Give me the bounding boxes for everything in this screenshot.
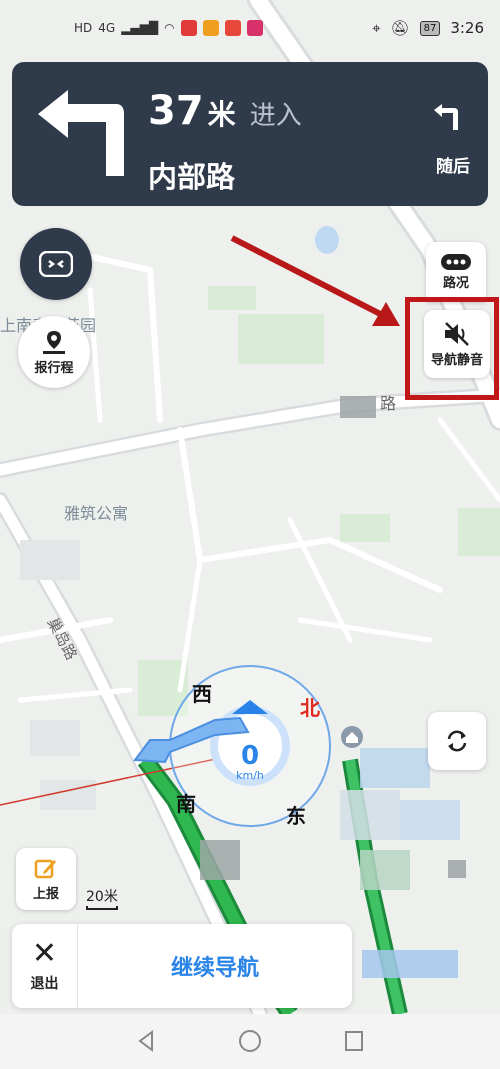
clock: 3:26 (450, 19, 484, 37)
status-bar: HD 4G ▂▄▆█ ◠ ⌖ 🔕︎ 87 3:26 (0, 0, 500, 56)
report-label: 上报 (32, 886, 59, 902)
edit-icon (34, 859, 56, 878)
exit-label: 退出 (30, 976, 59, 992)
map-scale-label: 20米 (86, 889, 118, 905)
report-trip-label: 报行程 (34, 360, 74, 376)
network-type: 4G (98, 21, 116, 35)
then-turn-left-icon (434, 104, 458, 130)
location-icon: ⌖ (372, 19, 381, 37)
map-scale-bar (86, 906, 118, 910)
nav-instruction-card: 37 米 进入 内部路 随后 (12, 62, 488, 206)
map-label-apartment: 雅筑公寓 (64, 504, 129, 523)
park-area (340, 514, 390, 542)
app-notification-icon (202, 20, 219, 36)
speed-indicator: 0 km/h (210, 722, 290, 802)
park-area (458, 508, 500, 556)
map-label-road: 路 (380, 394, 397, 413)
hd-indicator: HD (74, 21, 93, 35)
report-button[interactable]: 上报 (16, 848, 76, 910)
back-icon (138, 1030, 153, 1052)
distance-value: 37 (148, 88, 204, 134)
close-icon: ✕ (31, 936, 58, 971)
turn-action: 进入 (249, 101, 302, 131)
road-name: 内部路 (148, 160, 236, 194)
traffic-button[interactable]: 路况 (426, 242, 486, 302)
robot-face-icon (39, 251, 73, 277)
compass-east: 东 (286, 804, 306, 828)
voice-assistant-button[interactable] (20, 228, 92, 300)
compass-south: 南 (176, 792, 196, 816)
recenter-button[interactable] (428, 712, 486, 770)
speed-unit: km/h (236, 768, 264, 782)
status-right: ⌖ 🔕︎ 87 3:26 (372, 19, 484, 37)
wifi-icon: ◠ (164, 21, 175, 35)
then-label: 随后 (436, 157, 470, 177)
system-navigation-bar (0, 1014, 500, 1069)
battery-indicator: 87 (419, 20, 441, 36)
speed-value: 0 (240, 740, 260, 771)
bottom-action-bar: ✕ 退出 继续导航 (12, 924, 352, 1008)
refresh-icon (447, 730, 467, 752)
annotation-highlight-box (405, 297, 499, 400)
park-area (208, 286, 256, 310)
status-left: HD 4G ▂▄▆█ ◠ (74, 20, 263, 36)
app-notification-icon (224, 20, 241, 36)
app-notification-icon (246, 20, 263, 36)
recents-icon (345, 1031, 363, 1051)
distance-unit: 米 (207, 98, 236, 131)
compass-north: 北 (300, 696, 320, 720)
report-trip-button[interactable]: 报行程 (18, 316, 90, 388)
compass-west: 西 (192, 682, 212, 706)
park-area (238, 314, 324, 364)
water-area (315, 226, 339, 254)
mute-bell-icon: 🔕︎ (390, 19, 410, 37)
traffic-dots-icon (441, 253, 471, 270)
exit-button[interactable]: ✕ 退出 (12, 924, 78, 1008)
turn-left-arrow-icon (38, 90, 124, 176)
turn-distance: 37 米 进入 (148, 88, 302, 134)
traffic-label: 路况 (442, 275, 469, 291)
home-icon (239, 1030, 261, 1052)
app-notification-icon (180, 20, 197, 36)
continue-navigation-button[interactable]: 继续导航 (78, 924, 352, 1008)
signal-icon: ▂▄▆█ (121, 21, 159, 35)
location-pin-icon (43, 330, 65, 354)
